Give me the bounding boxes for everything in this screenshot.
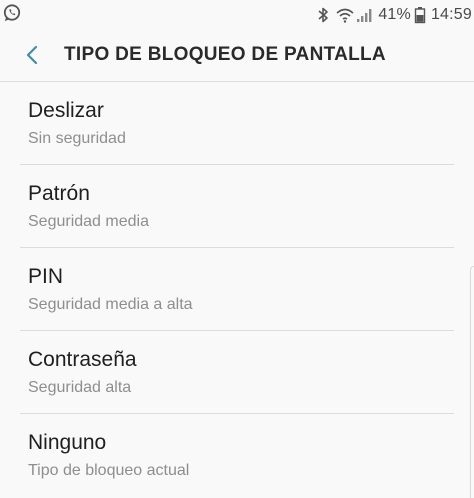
battery-percent: 41% (378, 6, 411, 23)
option-title: PIN (28, 265, 64, 288)
battery-icon (414, 6, 426, 24)
option-title: Ninguno (28, 431, 107, 454)
option-pin[interactable]: PIN Seguridad media a alta (20, 247, 454, 330)
option-subtitle: Seguridad media a alta (28, 296, 193, 313)
option-swipe[interactable]: Deslizar Sin seguridad (20, 82, 454, 164)
option-subtitle: Seguridad alta (28, 379, 132, 396)
lock-type-list: Deslizar Sin seguridad Patrón Seguridad … (0, 82, 474, 496)
wifi-icon (335, 6, 355, 24)
page-title: TIPO DE BLOQUEO DE PANTALLA (64, 44, 386, 65)
signal-icon (356, 6, 372, 24)
bluetooth-icon (316, 6, 330, 24)
option-pattern[interactable]: Patrón Seguridad media (20, 164, 454, 247)
option-title: Patrón (28, 182, 90, 205)
option-title: Deslizar (28, 99, 104, 122)
option-subtitle: Seguridad media (28, 213, 149, 230)
clock: 14:59 (430, 6, 472, 23)
option-password[interactable]: Contraseña Seguridad alta (20, 330, 454, 413)
scrollbar[interactable] (470, 266, 474, 498)
app-bar: TIPO DE BLOQUEO DE PANTALLA (0, 30, 474, 82)
status-bar: 41% 14:59 (0, 0, 474, 30)
screen: 41% 14:59 TIPO DE BLOQUEO DE PANTALLA De… (0, 0, 474, 498)
back-button[interactable] (20, 42, 46, 68)
chevron-left-icon (26, 45, 38, 65)
option-subtitle: Sin seguridad (28, 130, 126, 147)
status-icons: 41% 14:59 (316, 0, 474, 30)
option-title: Contraseña (28, 348, 137, 371)
option-none[interactable]: Ninguno Tipo de bloqueo actual (20, 413, 454, 496)
option-subtitle: Tipo de bloqueo actual (28, 462, 190, 479)
whatsapp-icon (2, 3, 22, 23)
